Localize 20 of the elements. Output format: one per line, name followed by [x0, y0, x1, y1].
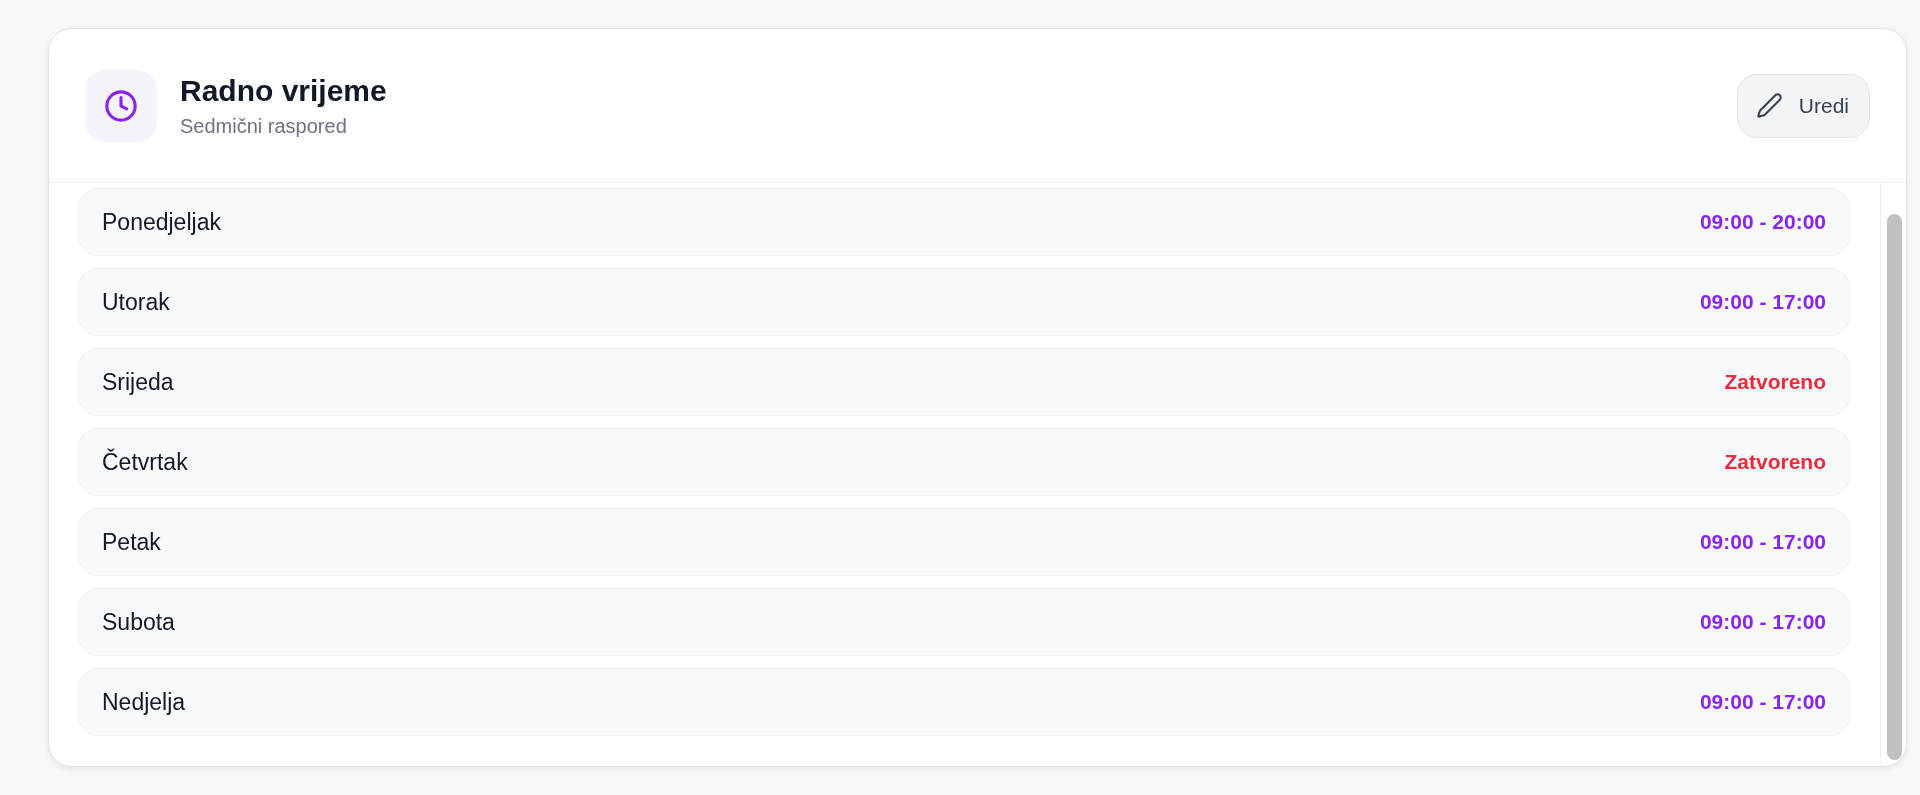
- day-name: Subota: [102, 607, 175, 637]
- day-name: Četvrtak: [102, 447, 188, 477]
- opening-hours: 09:00 - 17:00: [1699, 609, 1826, 636]
- opening-hours: 09:00 - 17:00: [1699, 289, 1826, 316]
- opening-hours: Zatvoreno: [1724, 449, 1826, 476]
- day-name: Utorak: [102, 287, 170, 317]
- opening-hours: 09:00 - 20:00: [1699, 209, 1826, 236]
- day-name: Ponedjeljak: [102, 207, 221, 237]
- opening-hours: Zatvoreno: [1724, 369, 1826, 396]
- opening-hours: 09:00 - 17:00: [1699, 689, 1826, 716]
- day-name: Srijeda: [102, 367, 174, 397]
- card-title: Radno vrijeme: [180, 72, 387, 109]
- scrollbar-thumb[interactable]: [1887, 214, 1902, 760]
- day-name: Petak: [102, 527, 161, 557]
- edit-button[interactable]: Uredi: [1736, 73, 1870, 138]
- opening-hours: 09:00 - 17:00: [1699, 529, 1826, 556]
- clock-icon: [85, 69, 157, 142]
- pencil-icon: [1755, 92, 1783, 119]
- card-subtitle: Sedmični raspored: [180, 113, 348, 139]
- day-name: Nedjelja: [102, 687, 186, 717]
